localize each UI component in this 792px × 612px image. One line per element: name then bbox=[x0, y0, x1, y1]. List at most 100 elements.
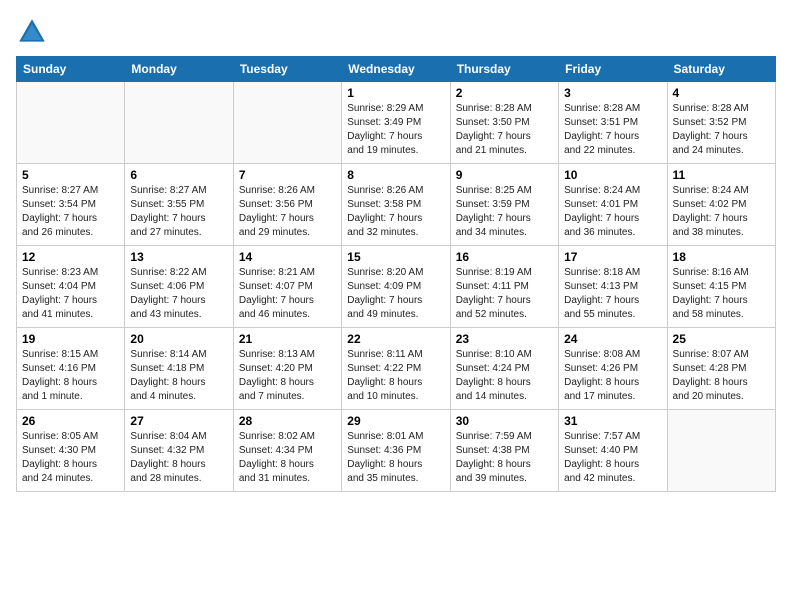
calendar-day: 12 Sunrise: 8:23 AMSunset: 4:04 PMDayligh… bbox=[17, 246, 125, 328]
day-number: 17 bbox=[564, 250, 661, 264]
day-number: 21 bbox=[239, 332, 336, 346]
page-header bbox=[16, 16, 776, 48]
weekday-header-sunday: Sunday bbox=[17, 57, 125, 82]
calendar-day: 1 Sunrise: 8:29 AMSunset: 3:49 PMDaylight… bbox=[342, 82, 450, 164]
day-info: Sunrise: 8:08 AMSunset: 4:26 PMDaylight:… bbox=[564, 348, 661, 404]
day-info: Sunrise: 8:16 AMSunset: 4:15 PMDaylight:… bbox=[673, 266, 770, 322]
day-info: Sunrise: 8:24 AMSunset: 4:02 PMDaylight:… bbox=[673, 184, 770, 240]
day-info: Sunrise: 8:23 AMSunset: 4:04 PMDaylight:… bbox=[22, 266, 119, 322]
day-number: 29 bbox=[347, 414, 444, 428]
day-number: 16 bbox=[456, 250, 553, 264]
calendar-day: 31Sunrise: 7:57 AMSunset: 4:40 PMDayligh… bbox=[559, 410, 667, 492]
day-number: 13 bbox=[130, 250, 227, 264]
day-info: Sunrise: 8:29 AMSunset: 3:49 PMDaylight:… bbox=[347, 102, 444, 158]
calendar-week-2: 5 Sunrise: 8:27 AMSunset: 3:54 PMDaylight… bbox=[17, 164, 776, 246]
calendar-day: 16 Sunrise: 8:19 AMSunset: 4:11 PMDayligh… bbox=[450, 246, 558, 328]
day-number: 20 bbox=[130, 332, 227, 346]
day-number: 24 bbox=[564, 332, 661, 346]
weekday-header-saturday: Saturday bbox=[667, 57, 775, 82]
calendar-day: 9 Sunrise: 8:25 AMSunset: 3:59 PMDaylight… bbox=[450, 164, 558, 246]
calendar-week-4: 19 Sunrise: 8:15 AMSunset: 4:16 PMDayligh… bbox=[17, 328, 776, 410]
day-number: 2 bbox=[456, 86, 553, 100]
calendar-day: 26Sunrise: 8:05 AMSunset: 4:30 PMDayligh… bbox=[17, 410, 125, 492]
calendar-day bbox=[125, 82, 233, 164]
calendar-week-1: 1 Sunrise: 8:29 AMSunset: 3:49 PMDaylight… bbox=[17, 82, 776, 164]
calendar-day bbox=[667, 410, 775, 492]
calendar-body: 1 Sunrise: 8:29 AMSunset: 3:49 PMDaylight… bbox=[17, 82, 776, 492]
calendar-day: 2 Sunrise: 8:28 AMSunset: 3:50 PMDaylight… bbox=[450, 82, 558, 164]
calendar-day: 29 Sunrise: 8:01 AMSunset: 4:36 PMDayligh… bbox=[342, 410, 450, 492]
weekday-header-monday: Monday bbox=[125, 57, 233, 82]
day-number: 25 bbox=[673, 332, 770, 346]
day-info: Sunrise: 8:28 AMSunset: 3:52 PMDaylight:… bbox=[673, 102, 770, 158]
day-number: 12 bbox=[22, 250, 119, 264]
day-number: 6 bbox=[130, 168, 227, 182]
day-number: 27 bbox=[130, 414, 227, 428]
day-info: Sunrise: 8:07 AMSunset: 4:28 PMDaylight:… bbox=[673, 348, 770, 404]
day-number: 10 bbox=[564, 168, 661, 182]
day-number: 3 bbox=[564, 86, 661, 100]
day-info: Sunrise: 7:59 AMSunset: 4:38 PMDaylight:… bbox=[456, 430, 553, 486]
calendar-day: 30 Sunrise: 7:59 AMSunset: 4:38 PMDayligh… bbox=[450, 410, 558, 492]
day-number: 9 bbox=[456, 168, 553, 182]
calendar-table: SundayMondayTuesdayWednesdayThursdayFrid… bbox=[16, 56, 776, 492]
weekday-header-row: SundayMondayTuesdayWednesdayThursdayFrid… bbox=[17, 57, 776, 82]
day-info: Sunrise: 8:27 AMSunset: 3:55 PMDaylight:… bbox=[130, 184, 227, 240]
calendar-header: SundayMondayTuesdayWednesdayThursdayFrid… bbox=[17, 57, 776, 82]
day-number: 1 bbox=[347, 86, 444, 100]
day-info: Sunrise: 8:21 AMSunset: 4:07 PMDaylight:… bbox=[239, 266, 336, 322]
day-info: Sunrise: 8:11 AMSunset: 4:22 PMDaylight:… bbox=[347, 348, 444, 404]
day-info: Sunrise: 8:26 AMSunset: 3:56 PMDaylight:… bbox=[239, 184, 336, 240]
weekday-header-wednesday: Wednesday bbox=[342, 57, 450, 82]
day-number: 5 bbox=[22, 168, 119, 182]
day-info: Sunrise: 8:28 AMSunset: 3:50 PMDaylight:… bbox=[456, 102, 553, 158]
day-number: 15 bbox=[347, 250, 444, 264]
day-info: Sunrise: 8:27 AMSunset: 3:54 PMDaylight:… bbox=[22, 184, 119, 240]
logo-icon bbox=[16, 16, 48, 48]
calendar-day: 11Sunrise: 8:24 AMSunset: 4:02 PMDayligh… bbox=[667, 164, 775, 246]
calendar-day: 27 Sunrise: 8:04 AMSunset: 4:32 PMDayligh… bbox=[125, 410, 233, 492]
day-number: 4 bbox=[673, 86, 770, 100]
day-info: Sunrise: 8:15 AMSunset: 4:16 PMDaylight:… bbox=[22, 348, 119, 404]
day-info: Sunrise: 8:04 AMSunset: 4:32 PMDaylight:… bbox=[130, 430, 227, 486]
day-info: Sunrise: 8:24 AMSunset: 4:01 PMDaylight:… bbox=[564, 184, 661, 240]
day-info: Sunrise: 8:14 AMSunset: 4:18 PMDaylight:… bbox=[130, 348, 227, 404]
day-info: Sunrise: 8:26 AMSunset: 3:58 PMDaylight:… bbox=[347, 184, 444, 240]
day-info: Sunrise: 8:20 AMSunset: 4:09 PMDaylight:… bbox=[347, 266, 444, 322]
calendar-day: 5 Sunrise: 8:27 AMSunset: 3:54 PMDaylight… bbox=[17, 164, 125, 246]
logo bbox=[16, 16, 52, 48]
calendar-day: 13 Sunrise: 8:22 AMSunset: 4:06 PMDayligh… bbox=[125, 246, 233, 328]
calendar-week-5: 26Sunrise: 8:05 AMSunset: 4:30 PMDayligh… bbox=[17, 410, 776, 492]
weekday-header-tuesday: Tuesday bbox=[233, 57, 341, 82]
day-info: Sunrise: 8:01 AMSunset: 4:36 PMDaylight:… bbox=[347, 430, 444, 486]
calendar-day: 6 Sunrise: 8:27 AMSunset: 3:55 PMDaylight… bbox=[125, 164, 233, 246]
weekday-header-friday: Friday bbox=[559, 57, 667, 82]
day-number: 30 bbox=[456, 414, 553, 428]
calendar-day: 17Sunrise: 8:18 AMSunset: 4:13 PMDayligh… bbox=[559, 246, 667, 328]
calendar-day: 19 Sunrise: 8:15 AMSunset: 4:16 PMDayligh… bbox=[17, 328, 125, 410]
calendar-day: 15 Sunrise: 8:20 AMSunset: 4:09 PMDayligh… bbox=[342, 246, 450, 328]
calendar-day: 8 Sunrise: 8:26 AMSunset: 3:58 PMDaylight… bbox=[342, 164, 450, 246]
calendar-day: 20 Sunrise: 8:14 AMSunset: 4:18 PMDayligh… bbox=[125, 328, 233, 410]
day-info: Sunrise: 8:19 AMSunset: 4:11 PMDaylight:… bbox=[456, 266, 553, 322]
day-number: 22 bbox=[347, 332, 444, 346]
calendar-day: 14Sunrise: 8:21 AMSunset: 4:07 PMDayligh… bbox=[233, 246, 341, 328]
day-number: 19 bbox=[22, 332, 119, 346]
day-number: 31 bbox=[564, 414, 661, 428]
weekday-header-thursday: Thursday bbox=[450, 57, 558, 82]
calendar-day: 25 Sunrise: 8:07 AMSunset: 4:28 PMDayligh… bbox=[667, 328, 775, 410]
calendar-day: 28Sunrise: 8:02 AMSunset: 4:34 PMDayligh… bbox=[233, 410, 341, 492]
day-number: 23 bbox=[456, 332, 553, 346]
day-number: 8 bbox=[347, 168, 444, 182]
day-number: 28 bbox=[239, 414, 336, 428]
calendar-day: 23Sunrise: 8:10 AMSunset: 4:24 PMDayligh… bbox=[450, 328, 558, 410]
calendar-day: 21Sunrise: 8:13 AMSunset: 4:20 PMDayligh… bbox=[233, 328, 341, 410]
calendar-day: 18 Sunrise: 8:16 AMSunset: 4:15 PMDayligh… bbox=[667, 246, 775, 328]
calendar-day: 22 Sunrise: 8:11 AMSunset: 4:22 PMDayligh… bbox=[342, 328, 450, 410]
day-number: 18 bbox=[673, 250, 770, 264]
day-info: Sunrise: 8:25 AMSunset: 3:59 PMDaylight:… bbox=[456, 184, 553, 240]
calendar-day: 4 Sunrise: 8:28 AMSunset: 3:52 PMDaylight… bbox=[667, 82, 775, 164]
calendar-week-3: 12 Sunrise: 8:23 AMSunset: 4:04 PMDayligh… bbox=[17, 246, 776, 328]
calendar-day: 24 Sunrise: 8:08 AMSunset: 4:26 PMDayligh… bbox=[559, 328, 667, 410]
day-info: Sunrise: 8:22 AMSunset: 4:06 PMDaylight:… bbox=[130, 266, 227, 322]
